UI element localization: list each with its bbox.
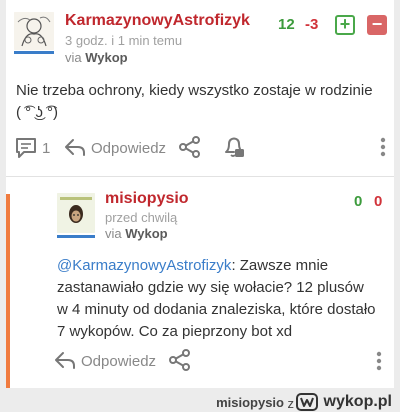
avatar[interactable] <box>57 193 95 233</box>
comment-icon[interactable] <box>14 137 38 164</box>
reply-text: @KarmazynowyAstrofizyk: Zawsze mnie zast… <box>57 255 377 343</box>
reply-button[interactable]: Odpowiedz <box>91 140 166 157</box>
comment-time: 3 godz. i 1 min temu <box>65 33 183 48</box>
reply-arrow-icon[interactable] <box>54 350 76 375</box>
comment-author[interactable]: KarmazynowyAstrofizyk <box>65 12 250 30</box>
footer-brand: wykop.pl <box>323 393 392 410</box>
reply-author[interactable]: misiopysio <box>105 190 189 208</box>
minus-count: -3 <box>305 16 319 33</box>
footer-username: misiopysio <box>216 395 284 410</box>
bell-icon[interactable] <box>222 135 246 164</box>
footer-separator: z <box>287 396 295 411</box>
vote-up-button[interactable]: + <box>335 15 355 35</box>
minus-count: 0 <box>374 193 383 210</box>
share-icon[interactable] <box>168 349 192 376</box>
reply-time: przed chwilą <box>105 210 178 225</box>
share-icon[interactable] <box>178 136 202 163</box>
reply-arrow-icon[interactable] <box>64 137 86 162</box>
divider <box>6 176 394 177</box>
reply-count[interactable]: 1 <box>42 140 50 157</box>
avatar[interactable] <box>14 12 54 50</box>
reply-indent-border <box>6 194 10 388</box>
via-prefix: via <box>65 50 82 65</box>
vote-down-button[interactable]: − <box>367 15 387 35</box>
reply-button[interactable]: Odpowiedz <box>81 353 156 370</box>
via-source[interactable]: Wykop <box>85 50 127 65</box>
via-prefix: via <box>105 226 122 241</box>
plus-count: 0 <box>354 193 363 210</box>
comment-source: via Wykop <box>65 50 128 65</box>
more-vertical-icon[interactable] <box>380 137 386 162</box>
avatar-underline <box>57 235 95 238</box>
wykop-logo-icon <box>296 393 318 412</box>
via-source[interactable]: Wykop <box>125 226 167 241</box>
comment-text: Nie trzeba ochrony, kiedy wszystko zosta… <box>16 82 373 121</box>
user-mention[interactable]: @KarmazynowyAstrofizyk <box>57 257 231 274</box>
more-vertical-icon[interactable] <box>376 351 382 376</box>
reply-source: via Wykop <box>105 226 168 241</box>
plus-count: 12 <box>278 16 295 33</box>
avatar-underline <box>14 51 54 54</box>
